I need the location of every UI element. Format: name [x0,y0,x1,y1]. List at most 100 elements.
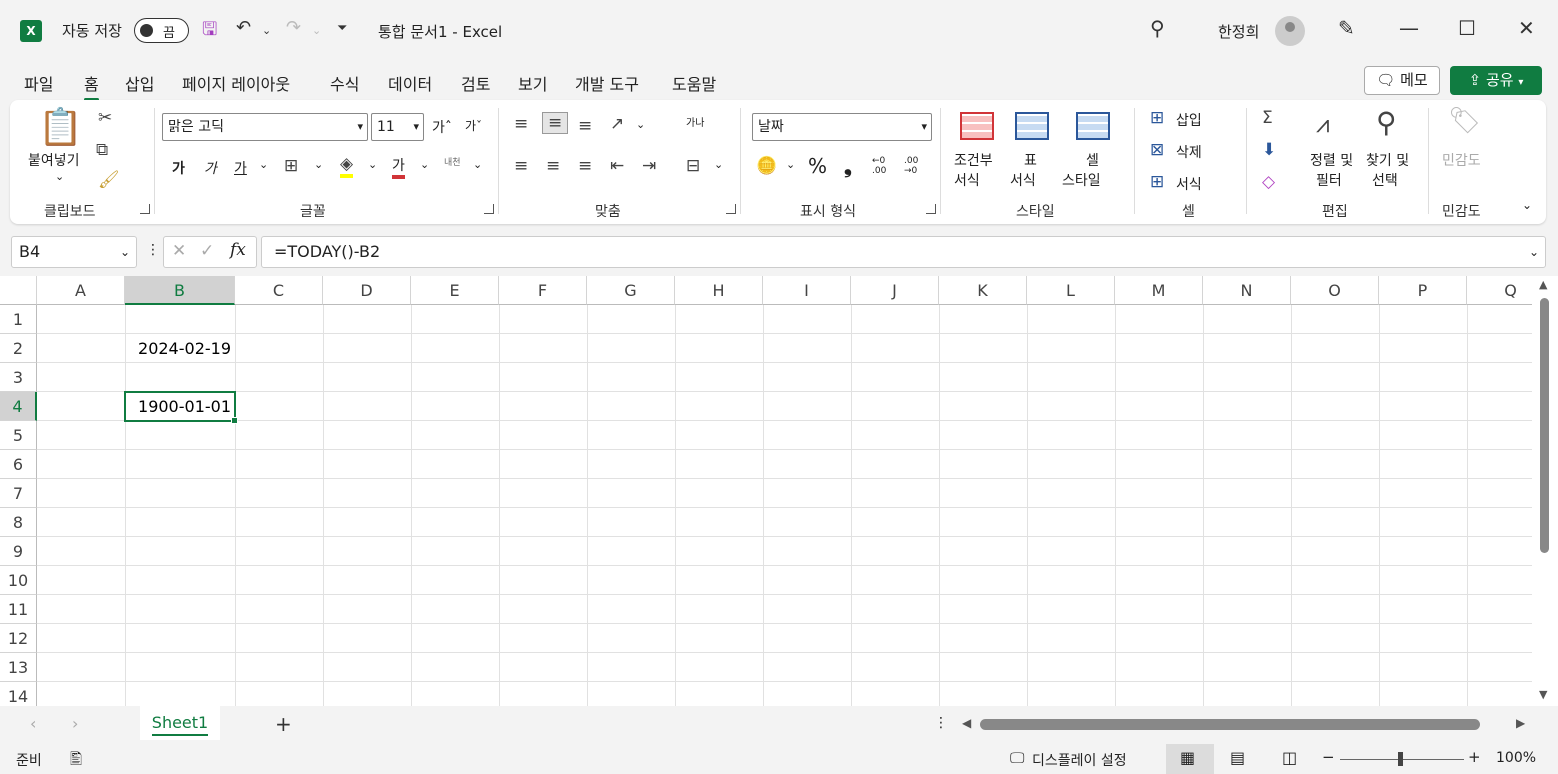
comma-button[interactable]: ❟ [844,154,852,178]
more-options-icon[interactable]: ⋮ [934,715,948,731]
conditional-formatting-button[interactable]: 조건부 [954,150,993,170]
minimize-icon[interactable]: — [1399,16,1419,40]
row-header[interactable]: 7 [0,479,37,508]
page-layout-view-icon[interactable]: ▤ [1230,748,1245,767]
undo-dropdown-icon[interactable]: ⌄ [262,24,271,52]
column-header[interactable]: K [939,276,1027,305]
clipboard-launcher-icon[interactable] [140,204,150,214]
font-color-button[interactable]: 가 [392,155,405,179]
tab-formulas[interactable]: 수식 [330,71,359,95]
row-header[interactable]: 5 [0,421,37,450]
clear-icon[interactable]: ◇ [1262,172,1275,192]
decrease-indent-icon[interactable]: ⇤ [610,156,624,176]
scroll-right-icon[interactable]: ▶ [1516,716,1525,730]
scroll-up-icon[interactable]: ▲ [1539,278,1547,291]
insert-cells-icon[interactable]: ⊞ [1150,108,1164,128]
collapse-ribbon-icon[interactable]: ⌄ [1522,198,1532,212]
tab-view[interactable]: 보기 [518,71,547,95]
search-icon[interactable]: ⚲ [1150,16,1165,40]
border-dropdown-icon[interactable]: ⌄ [314,158,323,171]
align-left-icon[interactable]: ≡ [514,156,528,176]
row-header[interactable]: 10 [0,566,37,595]
sheet-tab[interactable]: Sheet1 [140,706,220,740]
cell-styles-icon[interactable] [1076,112,1110,140]
find-select-icon[interactable]: ⚲ [1376,106,1397,139]
conditional-formatting-label[interactable]: 서식 [954,170,980,190]
undo-icon[interactable]: ↶ [236,17,251,45]
merge-center-icon[interactable]: ⊟ [686,156,700,176]
merge-dropdown-icon[interactable]: ⌄ [714,158,723,171]
more-options-icon[interactable]: ⋮ [146,242,160,258]
bold-button[interactable]: 가 [172,158,185,178]
italic-button[interactable]: 가 [204,158,217,178]
customize-qat-icon[interactable]: ⏷ [337,21,347,49]
horizontal-scroll-thumb[interactable] [980,719,1480,730]
row-header[interactable]: 8 [0,508,37,537]
row-header[interactable]: 1 [0,305,37,334]
row-header[interactable]: 4 [0,392,37,421]
row-header[interactable]: 12 [0,624,37,653]
page-break-view-icon[interactable]: ◫ [1282,748,1297,767]
align-center-icon[interactable]: ≡ [546,156,560,176]
avatar[interactable] [1275,16,1305,46]
font-color-dropdown-icon[interactable]: ⌄ [420,158,429,171]
paste-icon[interactable]: 📋 [38,106,83,148]
vertical-scroll-thumb[interactable] [1540,298,1549,553]
font-size-combo[interactable]: 11 ▾ [371,113,424,141]
underline-button[interactable]: 가 [234,158,247,178]
column-header[interactable]: B [125,276,235,305]
font-name-combo[interactable]: 맑은 고딕 ▾ [162,113,368,141]
tab-insert[interactable]: 삽입 [125,71,154,95]
fill-color-icon[interactable]: ◈ [340,154,354,178]
autosum-icon[interactable]: Σ [1262,108,1273,128]
sensitivity-icon[interactable]: 🏷 [1448,106,1481,136]
sort-filter-icon[interactable]: ⩘ [1316,110,1330,138]
column-header[interactable]: H [675,276,763,305]
column-header[interactable]: I [763,276,851,305]
column-header[interactable]: O [1291,276,1379,305]
display-settings-button[interactable]: 디스플레이 설정 [1032,750,1127,770]
worksheet-grid[interactable]: A B C D E F G H I J K L M N O P Q 1 2 3 … [0,276,1532,706]
format-cells-button[interactable]: 서식 [1176,174,1202,194]
cell-styles-button[interactable]: 셀 [1086,150,1099,170]
name-box[interactable]: B4 ⌄ [11,236,137,268]
zoom-in-icon[interactable]: + [1468,748,1481,766]
fill-dropdown-icon[interactable]: ⌄ [368,158,377,171]
sensitivity-button[interactable]: 민감도 [1442,150,1481,170]
column-header[interactable]: L [1027,276,1115,305]
paste-dropdown-icon[interactable]: ⌄ [55,170,64,183]
shrink-font-button[interactable]: 가ˇ [465,117,482,134]
tab-data[interactable]: 데이터 [388,71,432,95]
sort-filter-label[interactable]: 필터 [1316,170,1342,190]
cancel-icon[interactable]: ✕ [172,241,186,261]
scroll-left-icon[interactable]: ◀ [962,716,971,730]
enter-icon[interactable]: ✓ [200,241,214,261]
alignment-launcher-icon[interactable] [726,204,736,214]
grow-font-button[interactable]: 가ˆ [432,117,452,137]
cell-b4[interactable]: 1900-01-01 [125,392,231,421]
accessibility-icon[interactable]: 🖺 [70,749,82,774]
align-top-icon[interactable]: ≡ [514,114,528,134]
align-bottom-icon[interactable]: ≡ [578,116,592,136]
currency-icon[interactable]: 🪙 [756,156,777,176]
save-icon[interactable]: 🖫 [202,17,217,45]
column-header[interactable]: F [499,276,587,305]
column-header[interactable]: N [1203,276,1291,305]
conditional-formatting-icon[interactable] [960,112,994,140]
tab-home[interactable]: 홈 [84,71,99,101]
cell-styles-label[interactable]: 스타일 [1062,170,1101,190]
maximize-icon[interactable]: ☐ [1458,16,1476,40]
column-header[interactable]: E [411,276,499,305]
zoom-level[interactable]: 100% [1496,750,1536,766]
tab-review[interactable]: 검토 [461,71,490,95]
insert-cells-button[interactable]: 삽입 [1176,110,1202,130]
tab-developer[interactable]: 개발 도구 [575,71,639,95]
vertical-scrollbar[interactable]: ▲ ▼ [1532,276,1558,706]
find-select-label[interactable]: 선택 [1372,170,1398,190]
border-icon[interactable]: ⊞ [284,156,298,176]
sort-filter-button[interactable]: 정렬 및 [1310,150,1353,170]
align-middle-icon[interactable]: ≡ [542,112,569,134]
column-header[interactable]: J [851,276,939,305]
formula-input[interactable]: =TODAY()-B2 ⌄ [261,236,1546,268]
delete-cells-button[interactable]: 삭제 [1176,142,1202,162]
